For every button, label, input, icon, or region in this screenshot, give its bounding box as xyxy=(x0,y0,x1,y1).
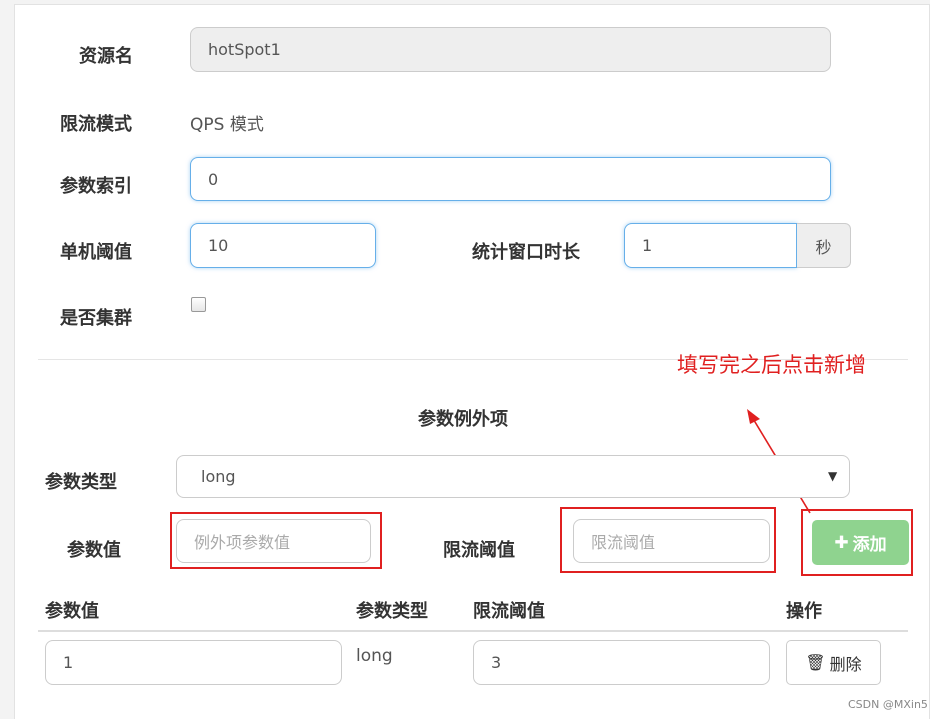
param-type-select[interactable]: long xyxy=(176,455,850,498)
window-unit-addon: 秒 xyxy=(797,223,851,268)
row-threshold-input[interactable]: 3 xyxy=(473,640,770,685)
add-exception-button[interactable]: ✚ 添加 xyxy=(812,520,909,565)
window-label: 统计窗口时长 xyxy=(472,242,580,263)
row-param-type: long xyxy=(356,646,393,666)
delete-button-label: 删除 xyxy=(829,654,862,674)
exception-param-value-input[interactable]: 例外项参数值 xyxy=(176,519,371,563)
single-threshold-input[interactable]: 10 xyxy=(190,223,376,268)
table-header-param-value: 参数值 xyxy=(45,601,99,622)
table-header-param-type: 参数类型 xyxy=(356,601,428,622)
window-value: 1 xyxy=(642,236,653,255)
add-button-label: 添加 xyxy=(852,535,887,555)
window-input[interactable]: 1 xyxy=(624,223,797,268)
table-header-divider xyxy=(38,630,908,632)
param-type-label: 参数类型 xyxy=(45,472,117,493)
threshold-label: 限流阈值 xyxy=(443,540,515,561)
param-index-input[interactable]: 0 xyxy=(190,157,831,201)
caret-down-icon: ▼ xyxy=(828,469,838,483)
param-index-label: 参数索引 xyxy=(60,176,132,197)
limit-mode-label: 限流模式 xyxy=(60,114,132,135)
exceptions-title: 参数例外项 xyxy=(418,409,508,430)
param-value-label: 参数值 xyxy=(67,540,121,561)
cluster-label: 是否集群 xyxy=(60,308,132,329)
resource-input[interactable]: hotSpot1 xyxy=(190,27,831,72)
delete-row-button[interactable]: 🗑 删除 xyxy=(786,640,881,685)
cluster-checkbox[interactable] xyxy=(191,297,206,312)
plus-icon: ✚ xyxy=(834,532,849,553)
row-param-value: 1 xyxy=(63,653,74,672)
param-index-value: 0 xyxy=(208,169,219,189)
watermark: CSDN @MXin5 xyxy=(848,698,928,711)
exception-threshold-input[interactable]: 限流阈值 xyxy=(573,519,770,563)
row-threshold: 3 xyxy=(491,653,502,672)
single-threshold-label: 单机阈值 xyxy=(60,242,132,263)
param-type-value: long xyxy=(201,467,236,486)
table-header-action: 操作 xyxy=(786,601,822,622)
single-threshold-value: 10 xyxy=(208,236,229,255)
table-header-threshold: 限流阈值 xyxy=(473,601,545,622)
exception-param-value-placeholder: 例外项参数值 xyxy=(194,533,291,552)
resource-label: 资源名 xyxy=(79,46,133,67)
limit-mode-value: QPS 模式 xyxy=(190,115,264,135)
row-param-value-input[interactable]: 1 xyxy=(45,640,342,685)
trash-icon: 🗑 xyxy=(805,653,826,672)
exception-threshold-placeholder: 限流阈值 xyxy=(591,533,656,552)
resource-value: hotSpot1 xyxy=(208,40,281,59)
annotation-text: 填写完之后点击新增 xyxy=(677,353,866,377)
